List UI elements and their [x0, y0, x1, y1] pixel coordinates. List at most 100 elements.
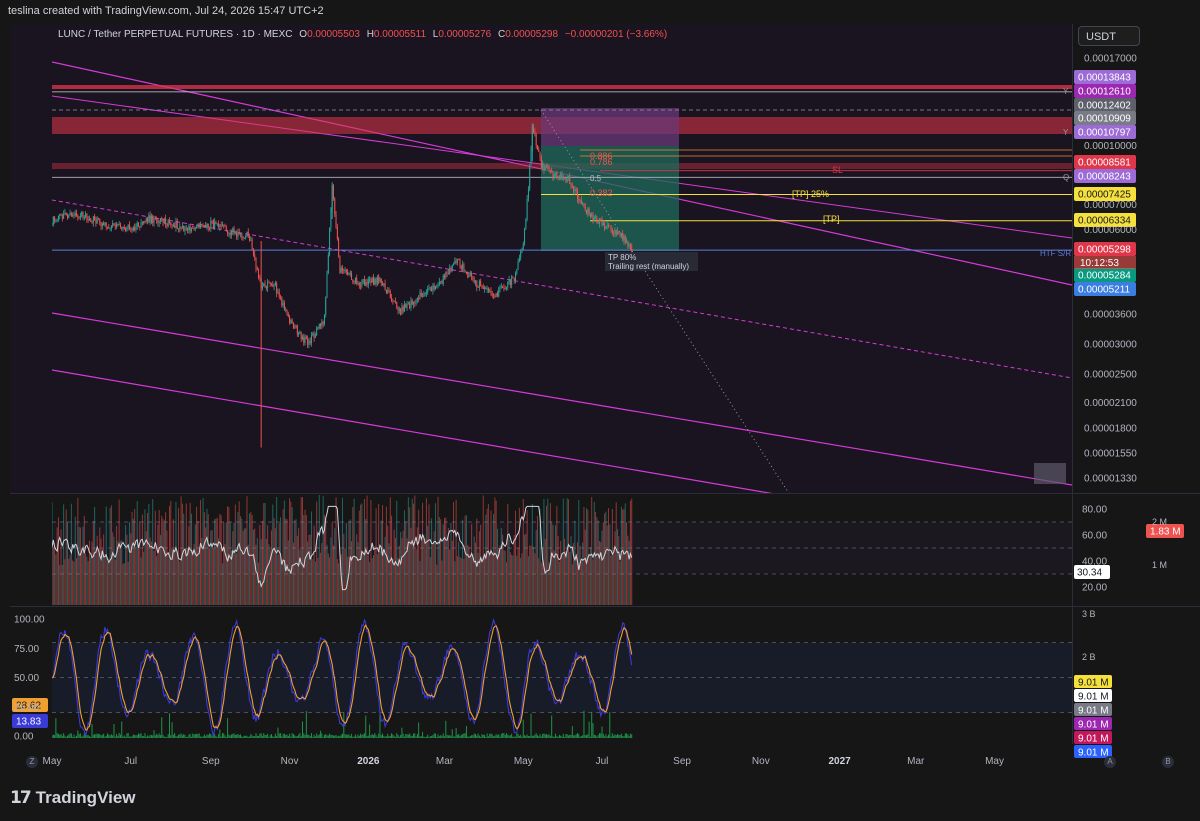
- stoch-volume-bar: [273, 736, 275, 738]
- stoch-volume-bar: [147, 735, 149, 738]
- volume-bar: [558, 561, 560, 605]
- stoch-volume-bar: [365, 715, 367, 738]
- stoch-volume-bar: [299, 733, 301, 738]
- candle-body: [473, 279, 475, 283]
- tradingview-logo[interactable]: 17 TradingView: [10, 787, 136, 809]
- stoch-volume-bar: [459, 735, 461, 738]
- volume-bar: [580, 561, 582, 605]
- price-pane[interactable]: [10, 24, 1072, 493]
- candle-body: [517, 261, 519, 270]
- candle-body: [441, 281, 443, 284]
- candle-body: [159, 218, 161, 222]
- stoch-volume-bar: [614, 734, 616, 738]
- candle-body: [432, 285, 434, 291]
- stoch-volume-bar: [184, 734, 186, 738]
- stoch-volume-bar: [88, 736, 90, 738]
- stoch-volume-bar: [255, 733, 257, 738]
- legend-close: 0.00005298: [505, 29, 558, 40]
- x-tick-label: Sep: [202, 756, 220, 767]
- volume-bar: [578, 499, 580, 605]
- volume-bar: [64, 559, 66, 605]
- candle-body: [569, 175, 571, 184]
- stoch-volume-bar: [402, 733, 404, 738]
- candle-body: [462, 264, 464, 269]
- candle-body: [219, 224, 221, 227]
- candle-body: [375, 278, 377, 284]
- price-badge-label: 0.00013843: [1078, 73, 1131, 84]
- stoch-volume-bar: [59, 734, 61, 738]
- volume-bar: [418, 509, 420, 605]
- volume-bar: [258, 562, 260, 605]
- candle-body: [347, 271, 349, 275]
- scale-z-button[interactable]: Z: [26, 756, 38, 768]
- stoch-volume-bar: [446, 734, 448, 738]
- stoch-volume-bar: [605, 734, 607, 738]
- scale-b-button[interactable]: B: [1162, 756, 1174, 768]
- volume-bar: [437, 496, 439, 605]
- volume-bar: [411, 498, 413, 605]
- stoch-volume-bar: [325, 733, 327, 738]
- volume-bar: [480, 524, 482, 605]
- stoch-volume-bar: [495, 734, 497, 738]
- stoch-volume-bar: [548, 734, 550, 738]
- candle-body: [387, 290, 389, 293]
- currency-button[interactable]: USDT: [1078, 26, 1140, 46]
- candle-body: [491, 294, 493, 296]
- candle-body: [171, 224, 173, 226]
- stoch-volume-bar: [610, 736, 612, 738]
- candle-body: [539, 151, 541, 158]
- stoch-volume-bar: [218, 734, 220, 738]
- volume-bar: [121, 540, 123, 605]
- x-tick-label: 2026: [357, 756, 380, 767]
- volume-bar: [521, 553, 523, 605]
- candle-body: [316, 327, 318, 336]
- volume-bar: [534, 553, 536, 605]
- volume-bar: [520, 557, 522, 605]
- candle-body: [431, 287, 433, 291]
- stoch-volume-bar: [564, 736, 566, 738]
- volume-bar: [83, 515, 85, 605]
- chart-canvas[interactable]: 0.00013843 0.00012610 0.00012402 0.00010909…: [0, 0, 1200, 821]
- stoch-volume-bar: [606, 736, 608, 738]
- candle-body: [444, 275, 446, 278]
- volume-bar: [489, 554, 491, 605]
- volume-bar: [147, 513, 149, 605]
- candle-body: [178, 228, 180, 230]
- stoch-volume-bar: [236, 734, 238, 738]
- volume-bar: [380, 520, 382, 605]
- drawing-handle[interactable]: [1034, 463, 1066, 484]
- candle-body: [400, 308, 402, 315]
- volume-bar: [451, 540, 453, 605]
- stoch-volume-bar: [312, 736, 314, 738]
- stoch-volume-bar: [150, 734, 152, 738]
- stoch-volume-bar: [294, 735, 296, 738]
- volume-bar: [628, 540, 630, 605]
- stoch-volume-bar: [552, 736, 554, 738]
- candle-body: [516, 269, 518, 274]
- volume-bar: [401, 538, 403, 605]
- candle-body: [578, 198, 580, 201]
- candle-body: [598, 218, 600, 224]
- stoch-volume-bar: [154, 735, 156, 738]
- candle-body: [486, 288, 488, 290]
- candle-body: [334, 198, 336, 215]
- volume-bar: [473, 536, 475, 605]
- stoch-volume-bar: [578, 734, 580, 738]
- stoch-volume-bar: [455, 727, 457, 738]
- stoch-volume-bar: [70, 733, 72, 738]
- stoch-volume-bar: [268, 736, 270, 738]
- candle-body: [197, 223, 199, 228]
- volume-bar: [602, 522, 604, 605]
- candle-body: [456, 259, 458, 263]
- fib-0382-label: 0.382: [590, 188, 613, 198]
- scale-a-button[interactable]: A: [1104, 756, 1116, 768]
- stoch-volume-bar: [393, 735, 395, 738]
- stoch-volume-bar: [94, 733, 96, 738]
- volume-bar: [132, 518, 134, 605]
- stoch-volume-bar: [162, 734, 164, 738]
- x-tick-label: Sep: [673, 756, 691, 767]
- stoch-volume-bar: [626, 733, 628, 738]
- candle-body: [418, 297, 420, 300]
- volume-bar: [362, 551, 364, 605]
- candle-body: [518, 258, 520, 262]
